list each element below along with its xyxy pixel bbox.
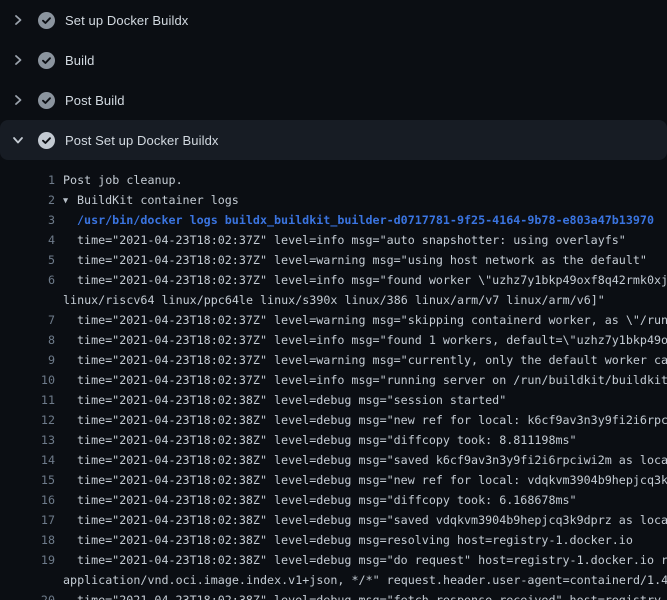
log-line-text: time="2021-04-23T18:02:38Z" level=debug … bbox=[63, 490, 667, 510]
line-number[interactable]: 12 bbox=[0, 410, 55, 430]
line-number[interactable]: 2 bbox=[0, 190, 55, 210]
log-line-text: Post job cleanup. bbox=[63, 170, 667, 190]
line-number[interactable]: 5 bbox=[0, 250, 55, 270]
step-label: Build bbox=[65, 53, 94, 68]
line-number[interactable]: 11 bbox=[0, 390, 55, 410]
log-line: 8 time="2021-04-23T18:02:37Z" level=info… bbox=[0, 330, 667, 350]
log-line: 12 time="2021-04-23T18:02:38Z" level=deb… bbox=[0, 410, 667, 430]
log-line-text: time="2021-04-23T18:02:38Z" level=debug … bbox=[63, 590, 667, 600]
line-number[interactable]: 14 bbox=[0, 450, 55, 470]
log-line: 17 time="2021-04-23T18:02:38Z" level=deb… bbox=[0, 510, 667, 530]
chevron-down-icon bbox=[12, 135, 24, 145]
log-line: 16 time="2021-04-23T18:02:38Z" level=deb… bbox=[0, 490, 667, 510]
log-line: 6 time="2021-04-23T18:02:37Z" level=info… bbox=[0, 270, 667, 290]
log-line: 2 ▼BuildKit container logs bbox=[0, 190, 667, 210]
log-line-text: time="2021-04-23T18:02:37Z" level=warnin… bbox=[63, 350, 667, 370]
check-circle-icon bbox=[38, 12, 55, 29]
step-label: Set up Docker Buildx bbox=[65, 13, 188, 28]
log-line-text: time="2021-04-23T18:02:38Z" level=debug … bbox=[63, 390, 667, 410]
line-number[interactable]: 19 bbox=[0, 550, 55, 570]
line-number[interactable] bbox=[0, 290, 55, 310]
log-line-text: time="2021-04-23T18:02:38Z" level=debug … bbox=[63, 530, 667, 550]
step-row-post-set-up-docker-buildx[interactable]: Post Set up Docker Buildx bbox=[0, 120, 667, 160]
line-number[interactable] bbox=[0, 570, 55, 590]
log-line: 19 time="2021-04-23T18:02:38Z" level=deb… bbox=[0, 550, 667, 570]
step-list: Set up Docker Buildx Build bbox=[0, 0, 667, 160]
step-label: Post Build bbox=[65, 93, 125, 108]
log-line: 13 time="2021-04-23T18:02:38Z" level=deb… bbox=[0, 430, 667, 450]
log-line-text: time="2021-04-23T18:02:38Z" level=debug … bbox=[63, 430, 667, 450]
log-line: 10 time="2021-04-23T18:02:37Z" level=inf… bbox=[0, 370, 667, 390]
log-line-text: time="2021-04-23T18:02:37Z" level=info m… bbox=[63, 370, 667, 390]
check-circle-icon bbox=[38, 132, 55, 149]
log-line-text: linux/riscv64 linux/ppc64le linux/s390x … bbox=[63, 290, 667, 310]
line-number[interactable]: 1 bbox=[0, 170, 55, 190]
line-number[interactable]: 3 bbox=[0, 210, 55, 230]
line-number[interactable]: 4 bbox=[0, 230, 55, 250]
log-line: 11 time="2021-04-23T18:02:38Z" level=deb… bbox=[0, 390, 667, 410]
step-label: Post Set up Docker Buildx bbox=[65, 133, 219, 148]
line-number[interactable]: 20 bbox=[0, 590, 55, 600]
log-line-text: time="2021-04-23T18:02:38Z" level=debug … bbox=[63, 410, 667, 430]
line-number[interactable]: 8 bbox=[0, 330, 55, 350]
line-number[interactable]: 10 bbox=[0, 370, 55, 390]
line-number[interactable]: 6 bbox=[0, 270, 55, 290]
log-line: linux/riscv64 linux/ppc64le linux/s390x … bbox=[0, 290, 667, 310]
log-line: 3 /usr/bin/docker logs buildx_buildkit_b… bbox=[0, 210, 667, 230]
line-number[interactable]: 16 bbox=[0, 490, 55, 510]
step-row-post-build[interactable]: Post Build bbox=[0, 80, 667, 120]
step-row-set-up-docker-buildx[interactable]: Set up Docker Buildx bbox=[0, 0, 667, 40]
log-line-text: time="2021-04-23T18:02:37Z" level=info m… bbox=[63, 270, 667, 290]
log-line-text: time="2021-04-23T18:02:38Z" level=debug … bbox=[63, 550, 667, 570]
step-row-build[interactable]: Build bbox=[0, 40, 667, 80]
actions-log-viewer: Set up Docker Buildx Build bbox=[0, 0, 667, 600]
log-line-text: application/vnd.oci.image.index.v1+json,… bbox=[63, 570, 667, 590]
chevron-right-icon bbox=[13, 54, 23, 66]
line-number[interactable]: 17 bbox=[0, 510, 55, 530]
line-number[interactable]: 9 bbox=[0, 350, 55, 370]
log-line-text: time="2021-04-23T18:02:37Z" level=info m… bbox=[63, 330, 667, 350]
chevron-right-icon bbox=[13, 94, 23, 106]
log-line-text: time="2021-04-23T18:02:37Z" level=warnin… bbox=[63, 250, 667, 270]
log-output: 1 Post job cleanup. 2 ▼BuildKit containe… bbox=[0, 160, 667, 600]
log-line-text: /usr/bin/docker logs buildx_buildkit_bui… bbox=[63, 210, 667, 230]
line-number[interactable]: 13 bbox=[0, 430, 55, 450]
log-line: 5 time="2021-04-23T18:02:37Z" level=warn… bbox=[0, 250, 667, 270]
log-line: 1 Post job cleanup. bbox=[0, 170, 667, 190]
log-line: 9 time="2021-04-23T18:02:37Z" level=warn… bbox=[0, 350, 667, 370]
log-line: 18 time="2021-04-23T18:02:38Z" level=deb… bbox=[0, 530, 667, 550]
log-line: 7 time="2021-04-23T18:02:37Z" level=warn… bbox=[0, 310, 667, 330]
log-line-text: time="2021-04-23T18:02:38Z" level=debug … bbox=[63, 470, 667, 490]
check-circle-icon bbox=[38, 92, 55, 109]
log-line-text: time="2021-04-23T18:02:37Z" level=info m… bbox=[63, 230, 667, 250]
log-line: 14 time="2021-04-23T18:02:38Z" level=deb… bbox=[0, 450, 667, 470]
log-line-text: time="2021-04-23T18:02:37Z" level=warnin… bbox=[63, 310, 667, 330]
log-line-text: ▼BuildKit container logs bbox=[63, 190, 667, 210]
collapse-triangle-icon[interactable]: ▼ bbox=[63, 191, 77, 210]
line-number[interactable]: 15 bbox=[0, 470, 55, 490]
log-line-text: time="2021-04-23T18:02:38Z" level=debug … bbox=[63, 510, 667, 530]
log-line: 20 time="2021-04-23T18:02:38Z" level=deb… bbox=[0, 590, 667, 600]
line-number[interactable]: 18 bbox=[0, 530, 55, 550]
line-number[interactable]: 7 bbox=[0, 310, 55, 330]
log-line: application/vnd.oci.image.index.v1+json,… bbox=[0, 570, 667, 590]
chevron-right-icon bbox=[13, 14, 23, 26]
log-line: 15 time="2021-04-23T18:02:38Z" level=deb… bbox=[0, 470, 667, 490]
log-line: 4 time="2021-04-23T18:02:37Z" level=info… bbox=[0, 230, 667, 250]
log-line-text: time="2021-04-23T18:02:38Z" level=debug … bbox=[63, 450, 667, 470]
check-circle-icon bbox=[38, 52, 55, 69]
